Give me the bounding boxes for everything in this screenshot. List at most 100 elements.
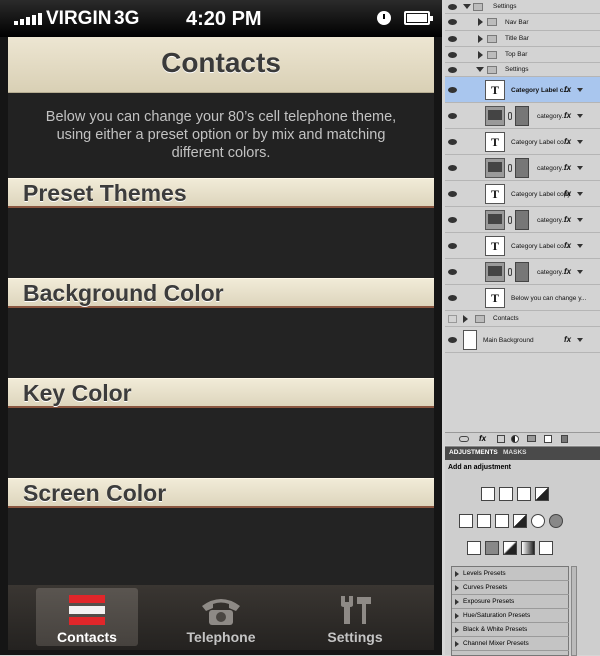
fx-icon[interactable]: fx xyxy=(564,215,571,224)
preset-channel-mixer[interactable]: Channel Mixer Presets xyxy=(452,637,569,651)
link-icon[interactable] xyxy=(508,268,512,276)
threshold-icon[interactable] xyxy=(503,541,517,555)
fx-icon[interactable]: fx xyxy=(564,137,571,146)
fx-icon[interactable]: fx xyxy=(564,335,571,344)
fx-arrow-icon[interactable] xyxy=(577,244,583,248)
visibility-eye-icon[interactable] xyxy=(448,52,457,58)
visibility-eye-icon[interactable] xyxy=(448,113,457,119)
fx-arrow-icon[interactable] xyxy=(577,140,583,144)
visibility-eye-icon[interactable] xyxy=(448,191,457,197)
link-layers-icon[interactable] xyxy=(459,436,469,442)
color-balance-icon[interactable] xyxy=(495,514,509,528)
tab-telephone[interactable]: Telephone xyxy=(170,588,272,646)
layer-group-settings-inner[interactable]: Settings xyxy=(445,63,600,77)
layers-panel-footer: fx xyxy=(445,432,600,445)
hue-saturation-icon[interactable] xyxy=(477,514,491,528)
collapse-triangle-icon[interactable] xyxy=(463,315,472,323)
channel-mixer-icon[interactable] xyxy=(549,514,563,528)
brightness-contrast-icon[interactable] xyxy=(481,487,495,501)
curves-icon[interactable] xyxy=(517,487,531,501)
fx-icon[interactable]: fx xyxy=(564,85,571,94)
new-layer-icon[interactable] xyxy=(544,435,552,443)
background-color-panel[interactable] xyxy=(8,310,434,378)
tab-masks[interactable]: MASKS xyxy=(503,449,526,456)
visibility-toggle-empty[interactable] xyxy=(448,315,457,323)
collapse-triangle-icon[interactable] xyxy=(478,51,487,59)
vibrance-icon[interactable] xyxy=(459,514,473,528)
fx-icon[interactable]: fx xyxy=(564,111,571,120)
visibility-eye-icon[interactable] xyxy=(448,269,457,275)
exposure-icon[interactable] xyxy=(535,487,549,501)
fx-arrow-icon[interactable] xyxy=(577,88,583,92)
invert-icon[interactable] xyxy=(467,541,481,555)
collapse-triangle-icon[interactable] xyxy=(478,35,487,43)
layer-category-shape[interactable]: category... fx xyxy=(445,207,600,233)
layer-group-title-bar[interactable]: Title Bar xyxy=(445,31,600,47)
layer-group-top-bar[interactable]: Top Bar xyxy=(445,47,600,63)
preset-levels[interactable]: Levels Presets xyxy=(452,567,569,581)
preset-black-white[interactable]: Black & White Presets xyxy=(452,623,569,637)
new-group-icon[interactable] xyxy=(527,435,536,442)
layer-main-background[interactable]: Main Background fx xyxy=(445,327,600,353)
key-color-panel[interactable] xyxy=(8,410,434,478)
layer-group-contacts[interactable]: Contacts xyxy=(445,311,600,327)
preset-exposure[interactable]: Exposure Presets xyxy=(452,595,569,609)
link-icon[interactable] xyxy=(508,216,512,224)
visibility-eye-icon[interactable] xyxy=(448,139,457,145)
layer-category-label[interactable]: T Category Label co... fx xyxy=(445,233,600,259)
visibility-eye-icon[interactable] xyxy=(448,295,457,301)
presets-scrollbar[interactable] xyxy=(571,566,577,656)
link-icon[interactable] xyxy=(508,112,512,120)
photo-filter-icon[interactable] xyxy=(531,514,545,528)
tab-bar: Contacts Telephone Settings xyxy=(8,585,434,650)
visibility-eye-icon[interactable] xyxy=(448,67,457,73)
black-white-icon[interactable] xyxy=(513,514,527,528)
fx-arrow-icon[interactable] xyxy=(577,270,583,274)
visibility-eye-icon[interactable] xyxy=(448,4,457,10)
layer-category-shape[interactable]: category... fx xyxy=(445,103,600,129)
delete-layer-icon[interactable] xyxy=(561,435,568,443)
layer-category-shape[interactable]: category... fx xyxy=(445,259,600,285)
add-mask-icon[interactable] xyxy=(497,435,505,443)
selective-color-icon[interactable] xyxy=(539,541,553,555)
visibility-eye-icon[interactable] xyxy=(448,243,457,249)
layer-group-settings[interactable]: Settings xyxy=(445,0,600,14)
fx-arrow-icon[interactable] xyxy=(577,338,583,342)
expand-triangle-icon[interactable] xyxy=(463,4,471,13)
visibility-eye-icon[interactable] xyxy=(448,337,457,343)
fx-icon[interactable]: fx xyxy=(564,163,571,172)
preset-hue-saturation[interactable]: Hue/Saturation Presets xyxy=(452,609,569,623)
fx-arrow-icon[interactable] xyxy=(577,192,583,196)
fx-icon[interactable]: fx xyxy=(564,241,571,250)
layer-category-shape[interactable]: category... fx xyxy=(445,155,600,181)
layer-category-label[interactable]: T Category Label co... fx xyxy=(445,129,600,155)
link-icon[interactable] xyxy=(508,164,512,172)
preset-curves[interactable]: Curves Presets xyxy=(452,581,569,595)
layer-intro-text[interactable]: T Below you can change y... xyxy=(445,285,600,311)
screen-color-panel[interactable] xyxy=(8,510,434,585)
tab-settings[interactable]: Settings xyxy=(304,588,406,646)
fx-arrow-icon[interactable] xyxy=(577,166,583,170)
expand-triangle-icon[interactable] xyxy=(476,67,484,76)
visibility-eye-icon[interactable] xyxy=(448,36,457,42)
fx-arrow-icon[interactable] xyxy=(577,218,583,222)
fx-icon[interactable]: fx xyxy=(564,267,571,276)
levels-icon[interactable] xyxy=(499,487,513,501)
fx-arrow-icon[interactable] xyxy=(577,114,583,118)
posterize-icon[interactable] xyxy=(485,541,499,555)
gradient-map-icon[interactable] xyxy=(521,541,535,555)
visibility-eye-icon[interactable] xyxy=(448,165,457,171)
visibility-eye-icon[interactable] xyxy=(448,87,457,93)
layer-group-nav-bar[interactable]: Nav Bar xyxy=(445,14,600,31)
visibility-eye-icon[interactable] xyxy=(448,217,457,223)
preset-themes-panel[interactable] xyxy=(8,210,434,278)
layer-category-label-copy[interactable]: T Category Label copy fx xyxy=(445,181,600,207)
visibility-eye-icon[interactable] xyxy=(448,19,457,25)
tab-adjustments[interactable]: ADJUSTMENTS xyxy=(449,449,498,456)
fx-icon[interactable]: fx xyxy=(564,189,571,198)
layer-category-label-selected[interactable]: T Category Label c... fx xyxy=(445,77,600,103)
add-layer-style-icon[interactable]: fx xyxy=(479,434,486,443)
collapse-triangle-icon[interactable] xyxy=(478,18,487,26)
tab-contacts[interactable]: Contacts xyxy=(36,588,138,646)
new-adjustment-layer-icon[interactable] xyxy=(511,435,519,443)
